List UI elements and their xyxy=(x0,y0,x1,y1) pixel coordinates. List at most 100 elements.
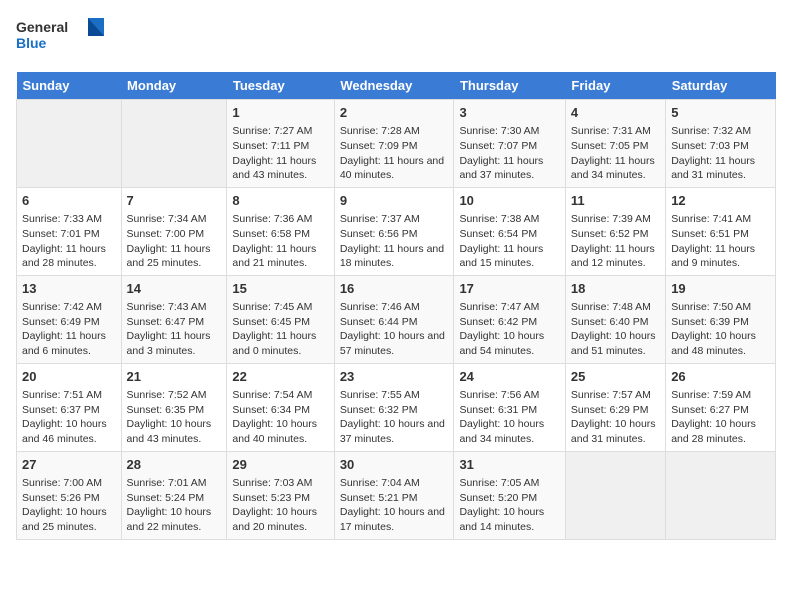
day-cell: 30 Sunrise: 7:04 AM Sunset: 5:21 PM Dayli… xyxy=(334,451,454,539)
day-number: 27 xyxy=(22,456,116,474)
day-cell xyxy=(121,100,227,188)
day-info: Sunrise: 7:05 AM Sunset: 5:20 PM Dayligh… xyxy=(459,476,559,535)
day-number: 30 xyxy=(340,456,449,474)
day-info: Sunrise: 7:46 AM Sunset: 6:44 PM Dayligh… xyxy=(340,300,449,359)
day-cell: 29 Sunrise: 7:03 AM Sunset: 5:23 PM Dayli… xyxy=(227,451,334,539)
day-cell: 31 Sunrise: 7:05 AM Sunset: 5:20 PM Dayli… xyxy=(454,451,565,539)
day-info: Sunrise: 7:39 AM Sunset: 6:52 PM Dayligh… xyxy=(571,212,660,271)
day-info: Sunrise: 7:47 AM Sunset: 6:42 PM Dayligh… xyxy=(459,300,559,359)
day-info: Sunrise: 7:01 AM Sunset: 5:24 PM Dayligh… xyxy=(127,476,222,535)
day-cell: 6 Sunrise: 7:33 AM Sunset: 7:01 PM Daylig… xyxy=(17,187,122,275)
day-info: Sunrise: 7:51 AM Sunset: 6:37 PM Dayligh… xyxy=(22,388,116,447)
day-info: Sunrise: 7:43 AM Sunset: 6:47 PM Dayligh… xyxy=(127,300,222,359)
svg-text:Blue: Blue xyxy=(16,35,47,51)
day-cell xyxy=(565,451,665,539)
day-number: 4 xyxy=(571,104,660,122)
col-header-monday: Monday xyxy=(121,72,227,100)
day-number: 26 xyxy=(671,368,770,386)
day-cell: 18 Sunrise: 7:48 AM Sunset: 6:40 PM Dayli… xyxy=(565,275,665,363)
day-number: 29 xyxy=(232,456,328,474)
day-info: Sunrise: 7:31 AM Sunset: 7:05 PM Dayligh… xyxy=(571,124,660,183)
day-cell: 11 Sunrise: 7:39 AM Sunset: 6:52 PM Dayli… xyxy=(565,187,665,275)
day-cell: 4 Sunrise: 7:31 AM Sunset: 7:05 PM Daylig… xyxy=(565,100,665,188)
day-number: 24 xyxy=(459,368,559,386)
week-row-3: 13 Sunrise: 7:42 AM Sunset: 6:49 PM Dayli… xyxy=(17,275,776,363)
day-cell: 15Sunrise: 7:45 AM Sunset: 6:45 PM Dayli… xyxy=(227,275,334,363)
day-info: Sunrise: 7:38 AM Sunset: 6:54 PM Dayligh… xyxy=(459,212,559,271)
day-info: Sunrise: 7:57 AM Sunset: 6:29 PM Dayligh… xyxy=(571,388,660,447)
col-header-sunday: Sunday xyxy=(17,72,122,100)
day-info: Sunrise: 7:27 AM Sunset: 7:11 PM Dayligh… xyxy=(232,124,328,183)
day-cell: 23Sunrise: 7:55 AM Sunset: 6:32 PM Dayli… xyxy=(334,363,454,451)
day-info: Sunrise: 7:04 AM Sunset: 5:21 PM Dayligh… xyxy=(340,476,449,535)
page-header: General Blue xyxy=(16,16,776,60)
day-cell xyxy=(666,451,776,539)
day-cell: 2 Sunrise: 7:28 AM Sunset: 7:09 PM Daylig… xyxy=(334,100,454,188)
day-info: Sunrise: 7:00 AM Sunset: 5:26 PM Dayligh… xyxy=(22,476,116,535)
day-number: 3 xyxy=(459,104,559,122)
day-number: 1 xyxy=(232,104,328,122)
day-cell: 10 Sunrise: 7:38 AM Sunset: 6:54 PM Dayli… xyxy=(454,187,565,275)
day-number: 11 xyxy=(571,192,660,210)
day-number: 10 xyxy=(459,192,559,210)
calendar-table: SundayMondayTuesdayWednesdayThursdayFrid… xyxy=(16,72,776,540)
day-info: Sunrise: 7:03 AM Sunset: 5:23 PM Dayligh… xyxy=(232,476,328,535)
day-cell: 14 Sunrise: 7:43 AM Sunset: 6:47 PM Dayli… xyxy=(121,275,227,363)
col-header-tuesday: Tuesday xyxy=(227,72,334,100)
day-cell: 13 Sunrise: 7:42 AM Sunset: 6:49 PM Dayli… xyxy=(17,275,122,363)
day-info: Sunrise: 7:55 AM Sunset: 6:32 PM Dayligh… xyxy=(340,388,449,447)
day-number: 2 xyxy=(340,104,449,122)
week-row-5: 27 Sunrise: 7:00 AM Sunset: 5:26 PM Dayli… xyxy=(17,451,776,539)
day-number: 9 xyxy=(340,192,449,210)
week-row-2: 6 Sunrise: 7:33 AM Sunset: 7:01 PM Daylig… xyxy=(17,187,776,275)
day-info: Sunrise: 7:30 AM Sunset: 7:07 PM Dayligh… xyxy=(459,124,559,183)
day-number: 13 xyxy=(22,280,116,298)
day-info: Sunrise: 7:48 AM Sunset: 6:40 PM Dayligh… xyxy=(571,300,660,359)
day-info: Sunrise: 7:59 AM Sunset: 6:27 PM Dayligh… xyxy=(671,388,770,447)
day-number: 6 xyxy=(22,192,116,210)
day-info: Sunrise: 7:54 AM Sunset: 6:34 PM Dayligh… xyxy=(232,388,328,447)
day-cell: 25 Sunrise: 7:57 AM Sunset: 6:29 PM Dayli… xyxy=(565,363,665,451)
day-number: 14 xyxy=(127,280,222,298)
week-row-4: 20 Sunrise: 7:51 AM Sunset: 6:37 PM Dayli… xyxy=(17,363,776,451)
logo-icon: General Blue xyxy=(16,16,106,60)
day-info: Sunrise: 7:32 AM Sunset: 7:03 PM Dayligh… xyxy=(671,124,770,183)
day-info: Sunrise: 7:33 AM Sunset: 7:01 PM Dayligh… xyxy=(22,212,116,271)
day-number: 5 xyxy=(671,104,770,122)
day-info: Sunrise: 7:42 AM Sunset: 6:49 PM Dayligh… xyxy=(22,300,116,359)
day-cell: 27 Sunrise: 7:00 AM Sunset: 5:26 PM Dayli… xyxy=(17,451,122,539)
day-info: Sunrise: 7:36 AM Sunset: 6:58 PM Dayligh… xyxy=(232,212,328,271)
day-cell: 17Sunrise: 7:47 AM Sunset: 6:42 PM Dayli… xyxy=(454,275,565,363)
logo: General Blue xyxy=(16,16,106,60)
day-number: 18 xyxy=(571,280,660,298)
day-info: Sunrise: 7:52 AM Sunset: 6:35 PM Dayligh… xyxy=(127,388,222,447)
day-number: 12 xyxy=(671,192,770,210)
day-cell: 7 Sunrise: 7:34 AM Sunset: 7:00 PM Daylig… xyxy=(121,187,227,275)
day-cell: 19Sunrise: 7:50 AM Sunset: 6:39 PM Dayli… xyxy=(666,275,776,363)
day-info: Sunrise: 7:41 AM Sunset: 6:51 PM Dayligh… xyxy=(671,212,770,271)
day-cell: 16Sunrise: 7:46 AM Sunset: 6:44 PM Dayli… xyxy=(334,275,454,363)
day-cell: 5 Sunrise: 7:32 AM Sunset: 7:03 PM Daylig… xyxy=(666,100,776,188)
week-row-1: 1 Sunrise: 7:27 AM Sunset: 7:11 PM Daylig… xyxy=(17,100,776,188)
day-cell: 9Sunrise: 7:37 AM Sunset: 6:56 PM Daylig… xyxy=(334,187,454,275)
col-header-wednesday: Wednesday xyxy=(334,72,454,100)
calendar-header-row: SundayMondayTuesdayWednesdayThursdayFrid… xyxy=(17,72,776,100)
day-cell: 21 Sunrise: 7:52 AM Sunset: 6:35 PM Dayli… xyxy=(121,363,227,451)
day-cell xyxy=(17,100,122,188)
day-number: 31 xyxy=(459,456,559,474)
day-info: Sunrise: 7:34 AM Sunset: 7:00 PM Dayligh… xyxy=(127,212,222,271)
day-number: 25 xyxy=(571,368,660,386)
svg-text:General: General xyxy=(16,19,68,35)
day-number: 21 xyxy=(127,368,222,386)
day-number: 20 xyxy=(22,368,116,386)
day-number: 8 xyxy=(232,192,328,210)
day-number: 7 xyxy=(127,192,222,210)
day-cell: 8 Sunrise: 7:36 AM Sunset: 6:58 PM Daylig… xyxy=(227,187,334,275)
day-cell: 1 Sunrise: 7:27 AM Sunset: 7:11 PM Daylig… xyxy=(227,100,334,188)
day-number: 15 xyxy=(232,280,328,298)
day-cell: 22Sunrise: 7:54 AM Sunset: 6:34 PM Dayli… xyxy=(227,363,334,451)
day-cell: 20 Sunrise: 7:51 AM Sunset: 6:37 PM Dayli… xyxy=(17,363,122,451)
col-header-friday: Friday xyxy=(565,72,665,100)
day-cell: 12 Sunrise: 7:41 AM Sunset: 6:51 PM Dayli… xyxy=(666,187,776,275)
day-info: Sunrise: 7:28 AM Sunset: 7:09 PM Dayligh… xyxy=(340,124,449,183)
